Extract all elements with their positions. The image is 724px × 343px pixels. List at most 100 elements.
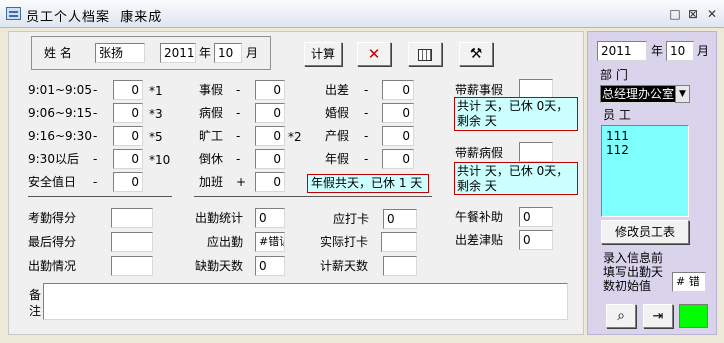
exit-button[interactable]: ⇥ [643,304,673,328]
side-year-field[interactable]: 2011 [597,41,647,61]
leave-field[interactable]: 0 [255,103,285,123]
trip-leave-field[interactable]: 0 [382,80,414,100]
marriage-leave-label: 婚假 [325,106,350,120]
assess-score-label: 考勤得分 [28,211,77,225]
year-field[interactable]: 2011 [160,43,196,63]
late-mult: *10 [149,153,171,167]
divider [194,196,432,197]
department-select[interactable]: 总经理办公室 [600,85,676,103]
name-field[interactable]: 张扬 [95,43,145,63]
delete-icon: ✕ [367,45,381,63]
marriage-leave-field[interactable]: 0 [382,103,414,123]
trip-allowance-field[interactable]: 0 [519,230,553,250]
pay-days-field[interactable] [383,256,417,276]
duty-dash: - [93,175,98,189]
leave-field[interactable]: 0 [255,126,285,146]
side-month-field[interactable]: 10 [666,41,694,61]
modify-staff-button[interactable]: 修改员工表 [601,220,689,244]
attendance-stat-field[interactable]: 0 [255,208,285,228]
overtime-field[interactable]: 0 [255,172,285,192]
delete-button[interactable]: ✕ [357,42,391,66]
assess-score-field[interactable] [111,208,153,228]
remark-field[interactable] [43,283,568,320]
late-field[interactable]: 0 [113,80,143,100]
summary-line: 剩余 天 [457,179,497,193]
annual-leave-label: 年假 [325,152,350,166]
late-mult: *3 [149,107,163,121]
leave-field[interactable]: 0 [255,80,285,100]
trip-leave-label: 出差 [325,83,350,97]
year-unit: 年 [199,46,212,60]
late-field[interactable]: 0 [113,149,143,169]
late-label: 9:30以后 [28,152,79,166]
late-label: 9:16~9:30 [28,129,92,143]
leave-label: 事假 [199,83,224,97]
late-dash: - [93,129,98,143]
annual-leave-summary: 年假共天，已休 1 天 [307,174,429,193]
actual-card-field[interactable] [381,232,417,252]
due-card-label: 应打卡 [333,212,370,226]
due-attendance-field[interactable]: #错误 [255,232,285,252]
due-attendance-label: 应出勤 [207,235,244,249]
late-label: 9:06~9:15 [28,106,92,120]
calendar-icon [418,48,432,61]
status-indicator[interactable] [679,304,708,328]
staff-list[interactable]: 111 112 [601,125,689,217]
month-unit: 月 [246,46,259,60]
name-label: 姓 名 [44,46,72,60]
init-value-field[interactable]: # 错 [672,272,706,292]
late-label: 9:01~9:05 [28,83,92,97]
late-field[interactable]: 0 [113,126,143,146]
attendance-stat-label: 出勤统计 [195,211,244,225]
leave-mult: *2 [288,130,302,144]
overtime-label: 加班 [199,175,224,189]
calendar-button[interactable] [408,42,442,66]
lunch-allowance-field[interactable]: 0 [519,207,553,227]
leave-field[interactable]: 0 [255,149,285,169]
note-line: 录入信息前 [603,251,664,265]
late-dash: - [93,106,98,120]
marriage-leave-dash: - [364,106,369,120]
annual-leave-field[interactable]: 0 [382,149,414,169]
final-score-field[interactable] [111,232,153,252]
paid-sick-summary: 共计 天，已休 0天， 剩余 天 [454,162,578,195]
note-line: 填写出勤天 [603,265,664,279]
late-field[interactable]: 0 [113,103,143,123]
maternity-leave-field[interactable]: 0 [382,126,414,146]
late-mult: *1 [149,84,163,98]
close-button[interactable]: ✕ [703,7,721,21]
late-dash: - [93,83,98,97]
attendance-status-field[interactable] [111,256,153,276]
staff-label: 员 工 [603,108,631,122]
final-score-label: 最后得分 [28,235,77,249]
hammer-icon: ⚒ [469,46,483,62]
summary-line: 共计 天，已休 0天， [457,99,569,113]
summary-line: 共计 天，已休 0天， [457,164,569,178]
trip-allowance-label: 出差津贴 [455,233,504,247]
form-icon [6,7,21,20]
pay-days-label: 计薪天数 [320,259,369,273]
chevron-down-icon[interactable]: ▼ [675,85,690,103]
paid-personal-field[interactable] [519,79,553,99]
calculate-button[interactable]: 计算 [304,42,342,66]
paid-personal-summary: 共计 天，已休 0天， 剩余 天 [454,97,578,131]
leave-label: 旷工 [199,129,224,143]
absent-days-label: 缺勤天数 [195,259,244,273]
init-note: 录入信息前 填写出勤天 数初始值 [603,251,663,293]
preview-button[interactable]: ⌕ [606,304,636,328]
absent-days-field[interactable]: 0 [255,256,285,276]
maximize-button[interactable]: ⊠ [684,7,702,21]
tool-button[interactable]: ⚒ [459,42,493,66]
leave-label: 病假 [199,106,224,120]
month-field[interactable]: 10 [214,43,242,63]
paid-sick-label: 带薪病假 [455,146,504,160]
due-card-field[interactable]: 0 [383,209,417,229]
duty-field[interactable]: 0 [113,172,143,192]
paid-sick-field[interactable] [519,142,553,162]
summary-line: 剩余 天 [457,114,497,128]
list-item[interactable]: 112 [606,143,684,157]
side-month-unit: 月 [697,44,710,58]
restore-button[interactable]: □ [666,7,684,21]
leave-label: 倒休 [199,152,224,166]
list-item[interactable]: 111 [606,129,684,143]
